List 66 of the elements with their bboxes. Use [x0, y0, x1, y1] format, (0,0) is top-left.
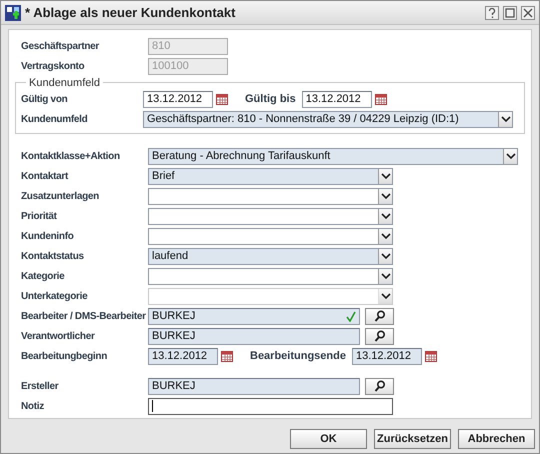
search-icon: [374, 380, 385, 392]
dialog-button[interactable]: Zurücksetzen: [374, 429, 451, 449]
text-field[interactable]: BURKEJ: [148, 328, 360, 344]
checkmark-icon: [346, 310, 356, 322]
dropdown-field[interactable]: [148, 268, 393, 284]
text-field[interactable]: BURKEJ: [148, 308, 360, 324]
chevron-down-icon: [506, 152, 516, 160]
field-label: Bearbeiter / DMS-Bearbeiter: [21, 310, 147, 324]
field-label: Notiz: [21, 400, 45, 414]
date-field[interactable]: 13.12.2012: [302, 90, 372, 108]
chevron-down-icon: [380, 292, 390, 300]
calendar-icon[interactable]: [221, 350, 233, 362]
chevron-down-icon: [380, 252, 390, 260]
dropdown-field[interactable]: [148, 188, 393, 204]
chevron-down-icon: [500, 115, 510, 123]
field-label: Kontaktart: [21, 170, 70, 184]
chevron-down-icon: [380, 212, 390, 220]
chevron-down-icon: [380, 192, 390, 200]
field-label: Kontaktklasse+Aktion: [21, 150, 121, 164]
calendar-icon[interactable]: [374, 93, 387, 105]
maximize-button[interactable]: [503, 6, 517, 20]
chevron-down-icon: [380, 232, 390, 240]
field-label: Unterkategorie: [21, 290, 88, 304]
date-field[interactable]: 13.12.2012: [352, 348, 422, 364]
field-label: Kundeninfo: [21, 230, 75, 244]
close-button[interactable]: [521, 6, 535, 20]
field-label: Bearbeitungbeginn: [21, 350, 108, 364]
help-button[interactable]: [485, 6, 499, 20]
dialog-button[interactable]: OK: [290, 429, 367, 449]
search-button[interactable]: [365, 308, 394, 324]
date-field[interactable]: 13.12.2012: [143, 90, 213, 108]
maximize-icon: [505, 8, 515, 18]
field-label: Kundenumfeld: [21, 112, 88, 126]
text-field[interactable]: BURKEJ: [148, 378, 360, 394]
chevron-down-icon: [380, 272, 390, 280]
dialog-button[interactable]: Abbrechen: [458, 429, 535, 449]
dropdown-field[interactable]: Brief: [148, 168, 393, 184]
search-icon: [374, 330, 385, 342]
dropdown-field[interactable]: Beratung - Abrechnung Tarifauskunft: [148, 148, 518, 164]
search-button[interactable]: [365, 328, 394, 344]
field-label: Geschäftspartner: [21, 40, 100, 54]
close-icon: [523, 8, 533, 18]
chevron-down-icon: [380, 172, 390, 180]
field-label: Verantwortlicher: [21, 330, 96, 344]
field-label: Gültig bis: [244, 92, 297, 107]
field-label: Zusatzunterlagen: [21, 190, 100, 204]
search-icon: [374, 310, 385, 322]
calendar-icon[interactable]: [216, 93, 228, 105]
dropdown-field[interactable]: Geschäftspartner: 810 - Nonnenstraße 39 / 04229 Leipzig (ID:1): [143, 110, 513, 128]
dropdown-field[interactable]: laufend: [148, 248, 393, 264]
question-mark-icon: [488, 8, 496, 18]
note-field[interactable]: [148, 398, 393, 414]
field-label: Ersteller: [21, 380, 60, 394]
field-label: Vertragskonto: [21, 60, 86, 74]
field-label: Priorität: [21, 210, 58, 224]
field-label: Kategorie: [21, 270, 66, 284]
field-label: Gültig von: [21, 92, 68, 106]
dropdown-field[interactable]: [148, 208, 393, 224]
dropdown-field[interactable]: [148, 228, 393, 244]
field-label: Kontaktstatus: [21, 250, 85, 264]
app-icon: [5, 4, 21, 20]
calendar-icon[interactable]: [424, 350, 437, 362]
date-field[interactable]: 13.12.2012: [148, 348, 218, 364]
window-title: * Ablage als neuer Kundenkontakt: [25, 4, 236, 22]
field-label: Bearbeitungsende: [249, 348, 347, 364]
search-button[interactable]: [365, 378, 394, 394]
